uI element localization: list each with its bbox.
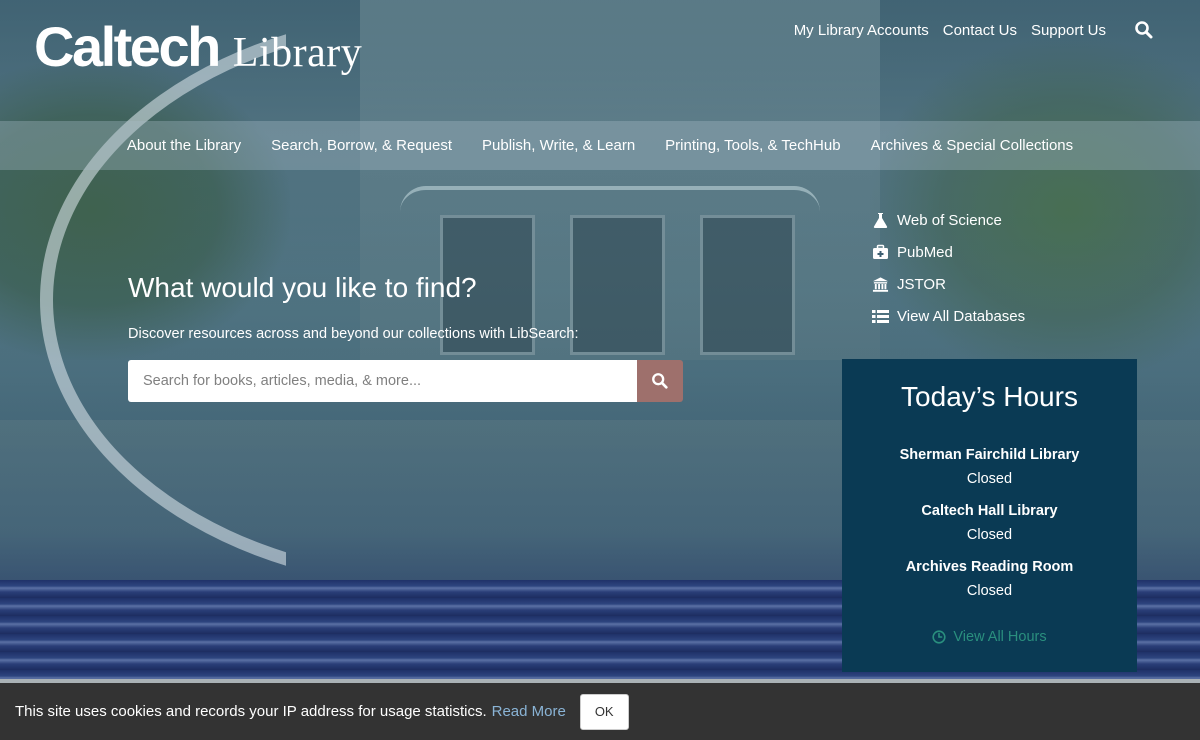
building-window [700, 215, 795, 355]
library-name: Caltech Hall Library [921, 503, 1058, 519]
libsearch-input[interactable] [128, 360, 637, 402]
quick-link-item: PubMed [872, 236, 1025, 268]
hours-library-entry: Sherman Fairchild Library Closed [842, 443, 1137, 491]
search-subtitle: Discover resources across and beyond our… [128, 326, 579, 342]
jstor-link[interactable]: JSTOR [897, 276, 946, 293]
view-all-hours-label: View All Hours [953, 629, 1047, 645]
nav-publish-write-learn[interactable]: Publish, Write, & Learn [482, 137, 635, 154]
search-heading: What would you like to find? [128, 272, 477, 303]
building-canopy [400, 186, 820, 212]
search-icon [652, 373, 668, 389]
contact-us-link[interactable]: Contact Us [943, 22, 1017, 39]
background-building [360, 0, 880, 360]
library-status: Closed [966, 527, 1013, 543]
quick-link-item: View All Databases [872, 300, 1025, 332]
database-quick-links: Web of Science PubMed JSTOR View All Dat… [872, 204, 1025, 332]
hours-title: Today’s Hours [901, 381, 1078, 412]
cookie-message: This site uses cookies and records your … [15, 703, 487, 720]
medkit-icon [872, 244, 889, 261]
support-us-link[interactable]: Support Us [1031, 22, 1106, 39]
library-status: Closed [966, 471, 1013, 487]
pubmed-link[interactable]: PubMed [897, 244, 953, 261]
search-icon[interactable] [1134, 20, 1154, 40]
library-status: Closed [966, 583, 1013, 599]
logo-library: Library [232, 30, 363, 76]
nav-printing-tools-techhub[interactable]: Printing, Tools, & TechHub [665, 137, 840, 154]
caltech-library-logo[interactable]: Caltech Library [34, 14, 362, 79]
list-icon [872, 308, 889, 325]
quick-link-item: JSTOR [872, 268, 1025, 300]
libsearch-submit-button[interactable] [637, 360, 683, 402]
hours-library-entry: Archives Reading Room Closed [842, 555, 1137, 603]
view-all-databases-link[interactable]: View All Databases [897, 308, 1025, 325]
libsearch-form [128, 360, 683, 402]
main-nav: About the Library Search, Borrow, & Requ… [0, 121, 1200, 170]
library-name: Archives Reading Room [905, 559, 1074, 575]
hours-library-entry: Caltech Hall Library Closed [842, 499, 1137, 547]
cookie-ok-button[interactable]: OK [579, 693, 629, 730]
my-library-accounts-link[interactable]: My Library Accounts [794, 22, 929, 39]
cookie-consent-bar: This site uses cookies and records your … [0, 679, 1200, 740]
nav-about-the-library[interactable]: About the Library [127, 137, 241, 154]
nav-archives-special-collections[interactable]: Archives & Special Collections [871, 137, 1074, 154]
cookie-read-more-link[interactable]: Read More [492, 703, 566, 720]
logo-caltech: Caltech [34, 15, 221, 78]
quick-link-item: Web of Science [872, 204, 1025, 236]
flask-icon [872, 212, 889, 229]
library-name: Sherman Fairchild Library [899, 447, 1080, 463]
nav-search-borrow-request[interactable]: Search, Borrow, & Request [271, 137, 452, 154]
clock-icon [932, 630, 946, 644]
institution-icon [872, 276, 889, 293]
view-all-hours-link[interactable]: View All Hours [932, 629, 1047, 645]
todays-hours-panel: Today’s Hours Sherman Fairchild Library … [842, 359, 1137, 672]
building-window [570, 215, 665, 355]
utility-nav: My Library Accounts Contact Us Support U… [794, 20, 1154, 40]
web-of-science-link[interactable]: Web of Science [897, 212, 1002, 229]
